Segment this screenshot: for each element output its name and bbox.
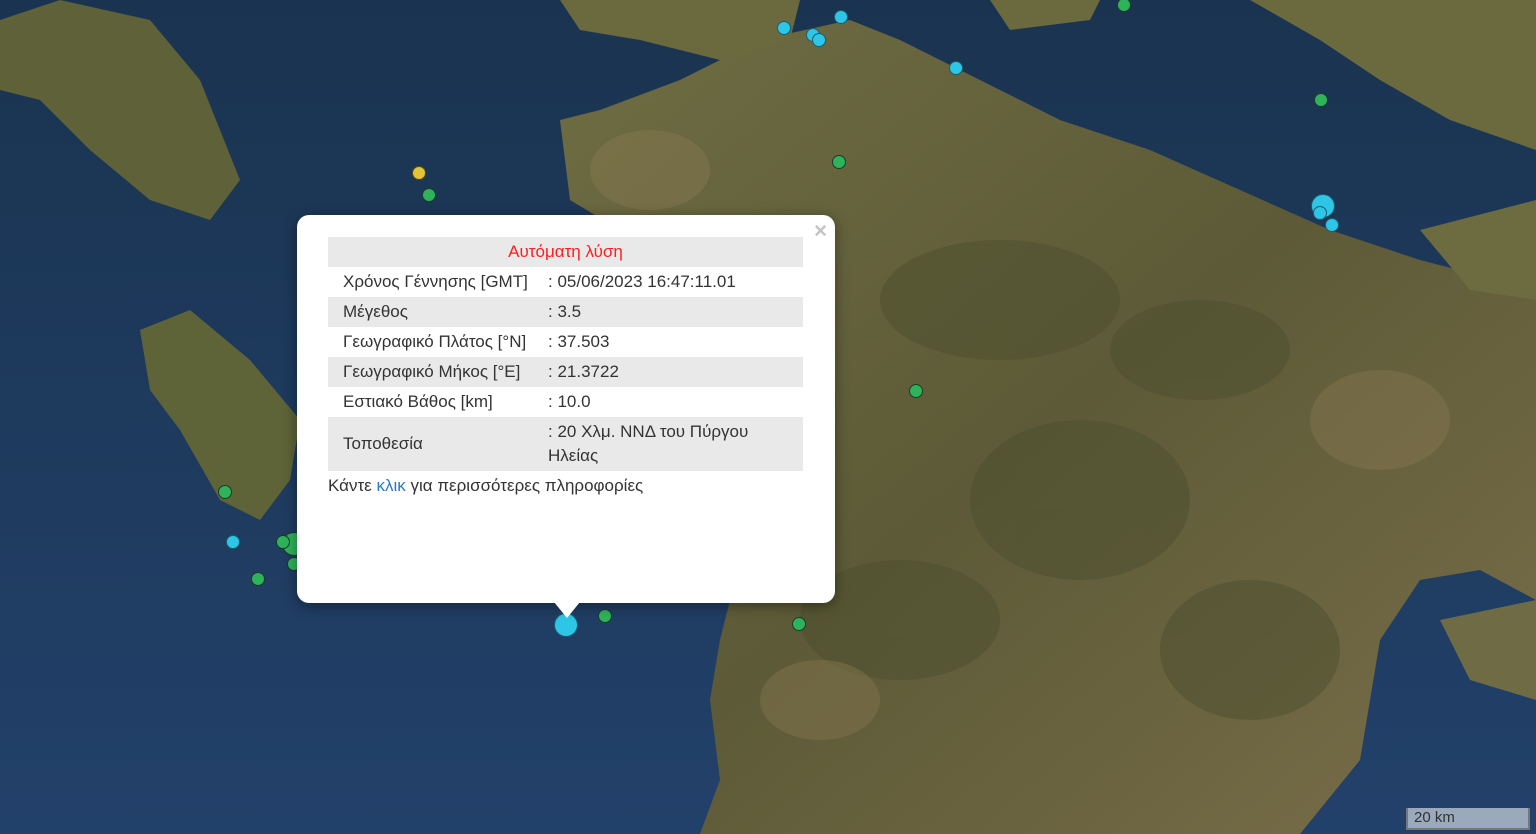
origin-time-label: Χρόνος Γέννησης [GMT] <box>343 272 528 291</box>
close-icon[interactable]: × <box>814 219 827 243</box>
earthquake-marker[interactable] <box>598 609 612 623</box>
more-info-line: Κάντε κλικ για περισσότερες πληροφορίες <box>328 471 803 501</box>
location-value: : 20 Χλμ. ΝΝΔ του Πύργου Ηλείας <box>548 417 803 471</box>
earthquake-marker[interactable] <box>1325 218 1339 232</box>
earthquake-marker[interactable] <box>834 10 848 24</box>
earthquake-marker[interactable] <box>1313 206 1327 220</box>
detail-row: Γεωγραφικό Μήκος [°E] : 21.3722 <box>328 357 803 387</box>
magnitude-label: Μέγεθος <box>328 297 548 327</box>
earthquake-marker[interactable] <box>1314 93 1328 107</box>
depth-label: Εστιακό Βάθος [km] <box>343 392 493 411</box>
detail-row: Γεωγραφικό Πλάτος [°N] : 37.503 <box>328 327 803 357</box>
earthquake-marker[interactable] <box>832 155 846 169</box>
latitude-label: Γεωγραφικό Πλάτος [°N] <box>343 332 527 351</box>
detail-row: Τοποθεσία : 20 Χλμ. ΝΝΔ του Πύργου Ηλεία… <box>328 417 803 471</box>
earthquake-details-table: Αυτόματη λύση Χρόνος Γέννησης [GMT] : 05… <box>328 237 803 501</box>
earthquake-marker[interactable] <box>909 384 923 398</box>
earthquake-marker[interactable] <box>276 535 290 549</box>
more-info-link[interactable]: κλικ <box>376 476 405 495</box>
earthquake-marker[interactable] <box>218 485 232 499</box>
earthquake-marker[interactable] <box>422 188 436 202</box>
earthquake-info-popup: × Αυτόματη λύση Χρόνος Γέννησης [GMT] : … <box>297 215 835 603</box>
earthquake-marker[interactable] <box>792 617 806 631</box>
longitude-value: : 21.3722 <box>548 357 803 387</box>
scale-bar: 20 km <box>1406 808 1530 830</box>
popup-pointer <box>554 602 580 618</box>
earthquake-marker[interactable] <box>812 33 826 47</box>
popup-header: Αυτόματη λύση <box>328 237 803 267</box>
earthquake-marker[interactable] <box>251 572 265 586</box>
detail-row: Χρόνος Γέννησης [GMT] : 05/06/2023 16:47… <box>328 267 803 297</box>
earthquake-marker[interactable] <box>226 535 240 549</box>
detail-row: Μέγεθος : 3.5 <box>328 297 803 327</box>
map-view[interactable]: × Αυτόματη λύση Χρόνος Γέννησης [GMT] : … <box>0 0 1536 834</box>
more-info-prefix: Κάντε <box>328 476 377 495</box>
earthquake-marker[interactable] <box>777 21 791 35</box>
earthquake-marker[interactable] <box>949 61 963 75</box>
more-info-suffix: για περισσότερες πληροφορίες <box>405 476 644 495</box>
longitude-label: Γεωγραφικό Μήκος [°E] <box>328 357 548 387</box>
origin-time-value: : 05/06/2023 16:47:11.01 <box>548 272 736 291</box>
earthquake-marker[interactable] <box>412 166 426 180</box>
detail-row: Εστιακό Βάθος [km] : 10.0 <box>328 387 803 417</box>
latitude-value: : 37.503 <box>548 332 610 351</box>
location-label: Τοποθεσία <box>328 417 548 471</box>
magnitude-value: : 3.5 <box>548 297 803 327</box>
depth-value: : 10.0 <box>548 392 591 411</box>
